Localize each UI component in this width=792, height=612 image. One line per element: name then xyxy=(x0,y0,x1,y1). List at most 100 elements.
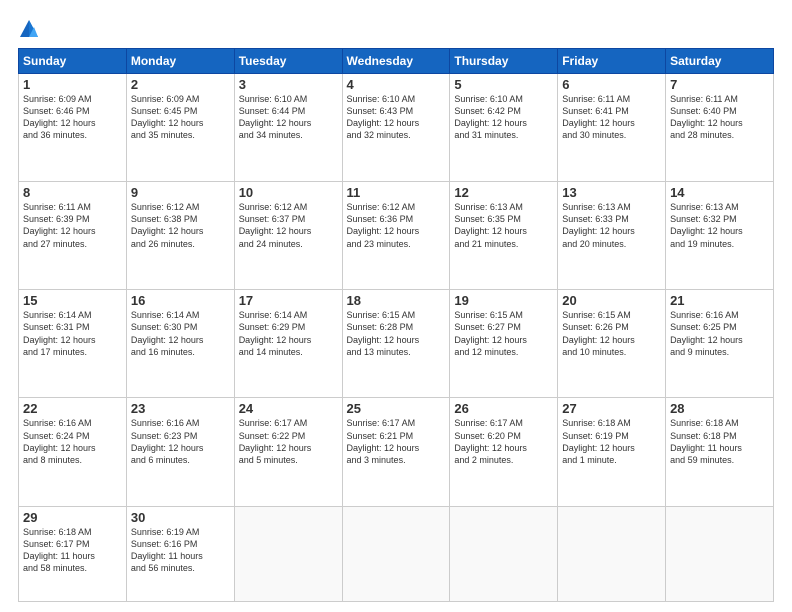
day-number: 18 xyxy=(347,293,446,308)
cell-info: Sunrise: 6:17 AMSunset: 6:20 PMDaylight:… xyxy=(454,417,553,466)
calendar-cell: 22Sunrise: 6:16 AMSunset: 6:24 PMDayligh… xyxy=(19,398,127,506)
cell-info: Sunrise: 6:16 AMSunset: 6:25 PMDaylight:… xyxy=(670,309,769,358)
day-number: 15 xyxy=(23,293,122,308)
calendar-cell xyxy=(450,506,558,601)
page: SundayMondayTuesdayWednesdayThursdayFrid… xyxy=(0,0,792,612)
calendar-cell: 11Sunrise: 6:12 AMSunset: 6:36 PMDayligh… xyxy=(342,182,450,290)
day-number: 27 xyxy=(562,401,661,416)
col-header-thursday: Thursday xyxy=(450,49,558,74)
col-header-monday: Monday xyxy=(126,49,234,74)
day-number: 9 xyxy=(131,185,230,200)
calendar-cell: 27Sunrise: 6:18 AMSunset: 6:19 PMDayligh… xyxy=(558,398,666,506)
cell-info: Sunrise: 6:12 AMSunset: 6:36 PMDaylight:… xyxy=(347,201,446,250)
calendar-cell: 16Sunrise: 6:14 AMSunset: 6:30 PMDayligh… xyxy=(126,290,234,398)
calendar-cell: 28Sunrise: 6:18 AMSunset: 6:18 PMDayligh… xyxy=(666,398,774,506)
calendar-cell: 5Sunrise: 6:10 AMSunset: 6:42 PMDaylight… xyxy=(450,74,558,182)
calendar-cell: 24Sunrise: 6:17 AMSunset: 6:22 PMDayligh… xyxy=(234,398,342,506)
calendar-cell xyxy=(234,506,342,601)
cell-info: Sunrise: 6:14 AMSunset: 6:31 PMDaylight:… xyxy=(23,309,122,358)
day-number: 26 xyxy=(454,401,553,416)
calendar-cell: 30Sunrise: 6:19 AMSunset: 6:16 PMDayligh… xyxy=(126,506,234,601)
day-number: 14 xyxy=(670,185,769,200)
cell-info: Sunrise: 6:15 AMSunset: 6:28 PMDaylight:… xyxy=(347,309,446,358)
cell-info: Sunrise: 6:17 AMSunset: 6:22 PMDaylight:… xyxy=(239,417,338,466)
day-number: 21 xyxy=(670,293,769,308)
calendar-cell: 23Sunrise: 6:16 AMSunset: 6:23 PMDayligh… xyxy=(126,398,234,506)
cell-info: Sunrise: 6:11 AMSunset: 6:41 PMDaylight:… xyxy=(562,93,661,142)
cell-info: Sunrise: 6:17 AMSunset: 6:21 PMDaylight:… xyxy=(347,417,446,466)
calendar-week-row: 29Sunrise: 6:18 AMSunset: 6:17 PMDayligh… xyxy=(19,506,774,601)
col-header-wednesday: Wednesday xyxy=(342,49,450,74)
calendar-cell: 25Sunrise: 6:17 AMSunset: 6:21 PMDayligh… xyxy=(342,398,450,506)
calendar-cell: 14Sunrise: 6:13 AMSunset: 6:32 PMDayligh… xyxy=(666,182,774,290)
calendar-week-row: 22Sunrise: 6:16 AMSunset: 6:24 PMDayligh… xyxy=(19,398,774,506)
day-number: 6 xyxy=(562,77,661,92)
cell-info: Sunrise: 6:13 AMSunset: 6:33 PMDaylight:… xyxy=(562,201,661,250)
day-number: 13 xyxy=(562,185,661,200)
cell-info: Sunrise: 6:16 AMSunset: 6:23 PMDaylight:… xyxy=(131,417,230,466)
calendar-week-row: 8Sunrise: 6:11 AMSunset: 6:39 PMDaylight… xyxy=(19,182,774,290)
day-number: 20 xyxy=(562,293,661,308)
calendar-cell xyxy=(558,506,666,601)
calendar-cell xyxy=(666,506,774,601)
cell-info: Sunrise: 6:15 AMSunset: 6:26 PMDaylight:… xyxy=(562,309,661,358)
cell-info: Sunrise: 6:13 AMSunset: 6:32 PMDaylight:… xyxy=(670,201,769,250)
calendar-cell: 7Sunrise: 6:11 AMSunset: 6:40 PMDaylight… xyxy=(666,74,774,182)
cell-info: Sunrise: 6:10 AMSunset: 6:43 PMDaylight:… xyxy=(347,93,446,142)
calendar-cell: 8Sunrise: 6:11 AMSunset: 6:39 PMDaylight… xyxy=(19,182,127,290)
calendar-cell: 20Sunrise: 6:15 AMSunset: 6:26 PMDayligh… xyxy=(558,290,666,398)
logo xyxy=(18,18,42,40)
day-number: 19 xyxy=(454,293,553,308)
calendar-cell: 26Sunrise: 6:17 AMSunset: 6:20 PMDayligh… xyxy=(450,398,558,506)
calendar-cell: 13Sunrise: 6:13 AMSunset: 6:33 PMDayligh… xyxy=(558,182,666,290)
day-number: 4 xyxy=(347,77,446,92)
day-number: 3 xyxy=(239,77,338,92)
calendar-cell: 17Sunrise: 6:14 AMSunset: 6:29 PMDayligh… xyxy=(234,290,342,398)
cell-info: Sunrise: 6:12 AMSunset: 6:38 PMDaylight:… xyxy=(131,201,230,250)
cell-info: Sunrise: 6:09 AMSunset: 6:45 PMDaylight:… xyxy=(131,93,230,142)
day-number: 23 xyxy=(131,401,230,416)
day-number: 10 xyxy=(239,185,338,200)
cell-info: Sunrise: 6:18 AMSunset: 6:17 PMDaylight:… xyxy=(23,526,122,575)
calendar-cell: 9Sunrise: 6:12 AMSunset: 6:38 PMDaylight… xyxy=(126,182,234,290)
cell-info: Sunrise: 6:11 AMSunset: 6:40 PMDaylight:… xyxy=(670,93,769,142)
calendar-cell: 2Sunrise: 6:09 AMSunset: 6:45 PMDaylight… xyxy=(126,74,234,182)
cell-info: Sunrise: 6:19 AMSunset: 6:16 PMDaylight:… xyxy=(131,526,230,575)
col-header-friday: Friday xyxy=(558,49,666,74)
col-header-saturday: Saturday xyxy=(666,49,774,74)
cell-info: Sunrise: 6:18 AMSunset: 6:19 PMDaylight:… xyxy=(562,417,661,466)
day-number: 28 xyxy=(670,401,769,416)
calendar-cell xyxy=(342,506,450,601)
calendar-cell: 10Sunrise: 6:12 AMSunset: 6:37 PMDayligh… xyxy=(234,182,342,290)
day-number: 17 xyxy=(239,293,338,308)
calendar-cell: 15Sunrise: 6:14 AMSunset: 6:31 PMDayligh… xyxy=(19,290,127,398)
cell-info: Sunrise: 6:10 AMSunset: 6:44 PMDaylight:… xyxy=(239,93,338,142)
header xyxy=(18,18,774,40)
calendar-week-row: 15Sunrise: 6:14 AMSunset: 6:31 PMDayligh… xyxy=(19,290,774,398)
day-number: 22 xyxy=(23,401,122,416)
day-number: 24 xyxy=(239,401,338,416)
col-header-sunday: Sunday xyxy=(19,49,127,74)
cell-info: Sunrise: 6:13 AMSunset: 6:35 PMDaylight:… xyxy=(454,201,553,250)
calendar-cell: 6Sunrise: 6:11 AMSunset: 6:41 PMDaylight… xyxy=(558,74,666,182)
day-number: 1 xyxy=(23,77,122,92)
day-number: 8 xyxy=(23,185,122,200)
cell-info: Sunrise: 6:09 AMSunset: 6:46 PMDaylight:… xyxy=(23,93,122,142)
day-number: 16 xyxy=(131,293,230,308)
day-number: 25 xyxy=(347,401,446,416)
day-number: 30 xyxy=(131,510,230,525)
calendar-cell: 21Sunrise: 6:16 AMSunset: 6:25 PMDayligh… xyxy=(666,290,774,398)
day-number: 29 xyxy=(23,510,122,525)
calendar-cell: 12Sunrise: 6:13 AMSunset: 6:35 PMDayligh… xyxy=(450,182,558,290)
calendar-cell: 3Sunrise: 6:10 AMSunset: 6:44 PMDaylight… xyxy=(234,74,342,182)
day-number: 2 xyxy=(131,77,230,92)
calendar-cell: 29Sunrise: 6:18 AMSunset: 6:17 PMDayligh… xyxy=(19,506,127,601)
cell-info: Sunrise: 6:11 AMSunset: 6:39 PMDaylight:… xyxy=(23,201,122,250)
day-number: 5 xyxy=(454,77,553,92)
cell-info: Sunrise: 6:14 AMSunset: 6:29 PMDaylight:… xyxy=(239,309,338,358)
cell-info: Sunrise: 6:16 AMSunset: 6:24 PMDaylight:… xyxy=(23,417,122,466)
cell-info: Sunrise: 6:12 AMSunset: 6:37 PMDaylight:… xyxy=(239,201,338,250)
cell-info: Sunrise: 6:18 AMSunset: 6:18 PMDaylight:… xyxy=(670,417,769,466)
day-number: 11 xyxy=(347,185,446,200)
calendar-cell: 19Sunrise: 6:15 AMSunset: 6:27 PMDayligh… xyxy=(450,290,558,398)
